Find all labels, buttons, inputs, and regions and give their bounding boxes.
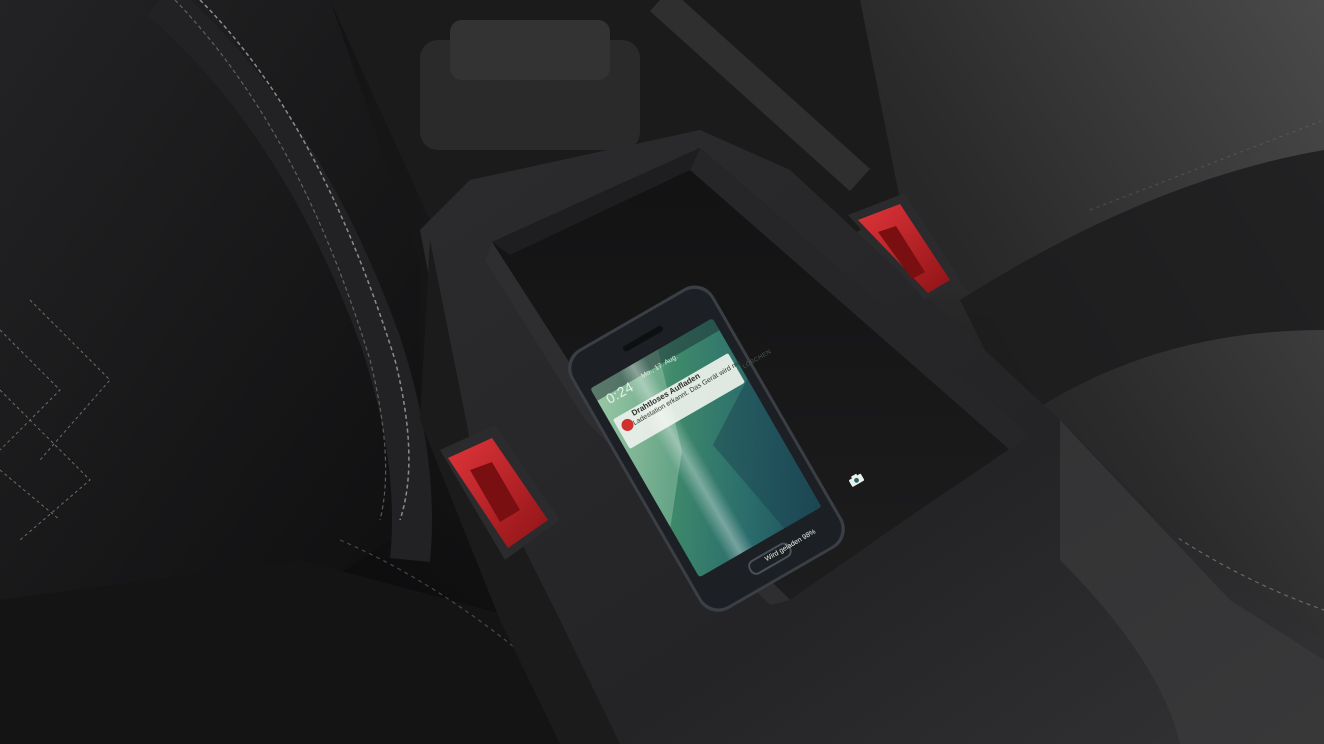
car-interior-illustration [0, 0, 1324, 744]
photo-scene: 0:24 Mo., 17. Aug. Drahtloses Aufladen L… [0, 0, 1324, 744]
